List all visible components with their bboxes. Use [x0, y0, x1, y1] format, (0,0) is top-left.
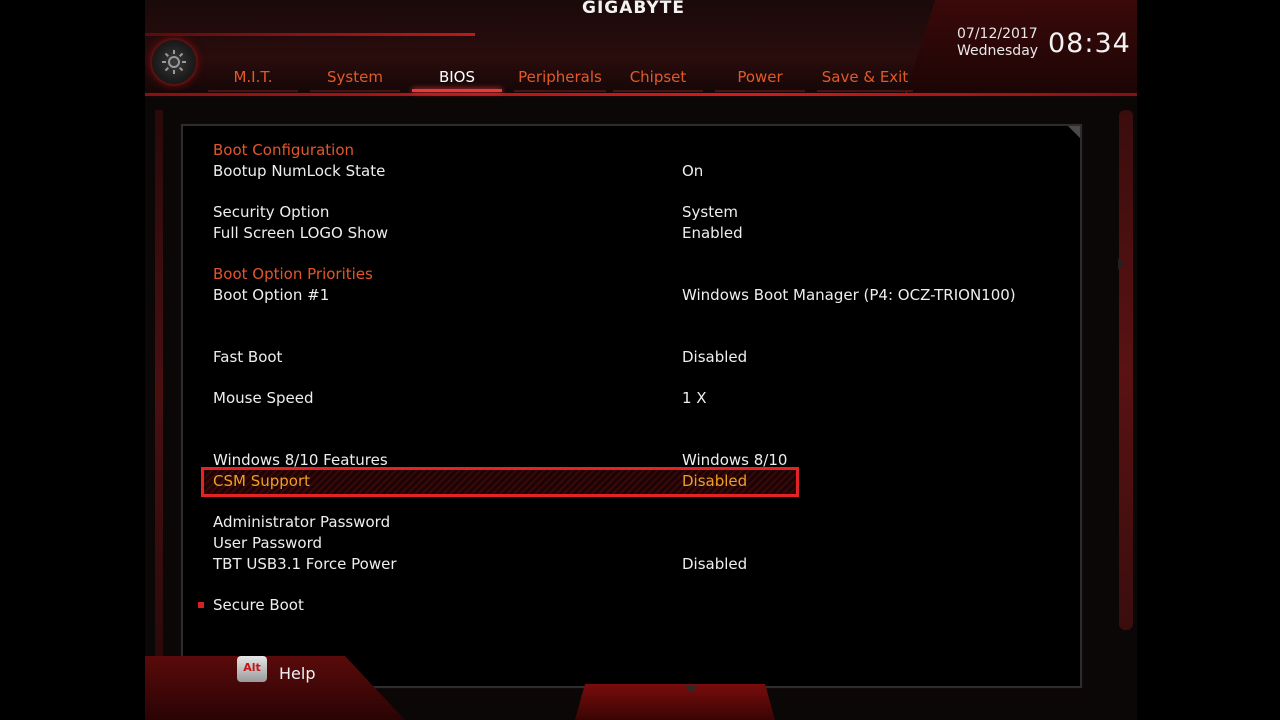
setting-label: Bootup NumLock State: [213, 162, 386, 180]
setting-windows-features[interactable]: Windows 8/10 Features Windows 8/10: [213, 451, 1043, 471]
setting-label: Boot Option #1: [213, 286, 330, 304]
setting-fast-boot[interactable]: Fast Boot Disabled: [213, 348, 1043, 368]
help-label[interactable]: Help: [279, 664, 315, 683]
setting-label: User Password: [213, 534, 323, 552]
setting-security-option[interactable]: Security Option System: [213, 203, 1043, 223]
setting-value[interactable]: 1 X: [682, 389, 707, 407]
right-arrow-icon[interactable]: [1118, 258, 1124, 270]
header-accent-line: [145, 33, 475, 36]
date-display: 07/12/2017 Wednesday: [957, 26, 1038, 60]
setting-label: Administrator Password: [213, 513, 391, 531]
setting-boot-option-1[interactable]: Boot Option #1 Windows Boot Manager (P4:…: [213, 286, 1043, 306]
panel-corner: [1068, 126, 1080, 138]
left-rail: [155, 110, 163, 670]
settings-panel: Boot Configuration Bootup NumLock State …: [181, 124, 1082, 688]
setting-mouse-speed[interactable]: Mouse Speed 1 X: [213, 389, 1043, 409]
setting-bootup-numlock[interactable]: Bootup NumLock State On: [213, 162, 1043, 182]
header-divider: [145, 93, 1137, 96]
setting-label: Mouse Speed: [213, 389, 314, 407]
section-title: Boot Option Priorities: [213, 265, 373, 283]
setting-label: Windows 8/10 Features: [213, 451, 388, 469]
setting-csm-support[interactable]: CSM Support Disabled: [213, 472, 1043, 492]
section-boot-configuration: Boot Configuration: [213, 141, 1043, 161]
setting-value[interactable]: Disabled: [682, 348, 747, 366]
setting-tbt-usb-force-power[interactable]: TBT USB3.1 Force Power Disabled: [213, 555, 1043, 575]
setting-value[interactable]: Disabled: [682, 472, 747, 490]
setting-value[interactable]: Windows 8/10: [682, 451, 787, 469]
tab-save-exit[interactable]: Save & Exit: [817, 66, 913, 92]
brand-logo: GIGABYTE: [582, 0, 685, 18]
setting-administrator-password[interactable]: Administrator Password: [213, 513, 1043, 533]
setting-value[interactable]: Windows Boot Manager (P4: OCZ-TRION100): [682, 286, 1016, 304]
tab-chipset[interactable]: Chipset: [613, 66, 703, 92]
section-title: Boot Configuration: [213, 141, 355, 159]
setting-user-password[interactable]: User Password: [213, 534, 1043, 554]
tab-mit[interactable]: M.I.T.: [208, 66, 298, 92]
footer-center-panel: [575, 684, 775, 720]
gear-icon[interactable]: [150, 38, 198, 86]
setting-value[interactable]: Enabled: [682, 224, 743, 242]
tab-bios[interactable]: BIOS: [412, 66, 502, 92]
right-scroll-rail[interactable]: [1119, 110, 1133, 630]
bios-screen: GIGABYTE M.I.T. System BIOS Peripherals …: [145, 0, 1137, 720]
setting-value[interactable]: On: [682, 162, 703, 180]
section-boot-option-priorities: Boot Option Priorities: [213, 265, 1043, 285]
setting-label: Fast Boot: [213, 348, 283, 366]
down-arrow-icon[interactable]: [685, 686, 697, 693]
setting-full-screen-logo[interactable]: Full Screen LOGO Show Enabled: [213, 224, 1043, 244]
setting-label: Security Option: [213, 203, 330, 221]
setting-value[interactable]: System: [682, 203, 738, 221]
setting-label: Full Screen LOGO Show: [213, 224, 389, 242]
tab-peripherals[interactable]: Peripherals: [514, 66, 606, 92]
weekday-text: Wednesday: [957, 43, 1039, 59]
tab-power[interactable]: Power: [715, 66, 805, 92]
header: GIGABYTE M.I.T. System BIOS Peripherals …: [145, 0, 1137, 98]
alt-key-icon[interactable]: Alt: [237, 656, 267, 682]
date-text: 07/12/2017: [957, 26, 1038, 42]
footer-left-panel: [145, 656, 405, 720]
setting-label: CSM Support: [213, 472, 311, 490]
time-display: 08:34: [1048, 28, 1131, 59]
setting-label: Secure Boot: [213, 596, 304, 614]
tab-system[interactable]: System: [310, 66, 400, 92]
footer: Alt Help: [145, 656, 1137, 720]
setting-label: TBT USB3.1 Force Power: [213, 555, 397, 573]
setting-value[interactable]: Disabled: [682, 555, 747, 573]
submenu-secure-boot[interactable]: Secure Boot: [213, 596, 1043, 616]
submenu-bullet-icon: [198, 602, 204, 608]
